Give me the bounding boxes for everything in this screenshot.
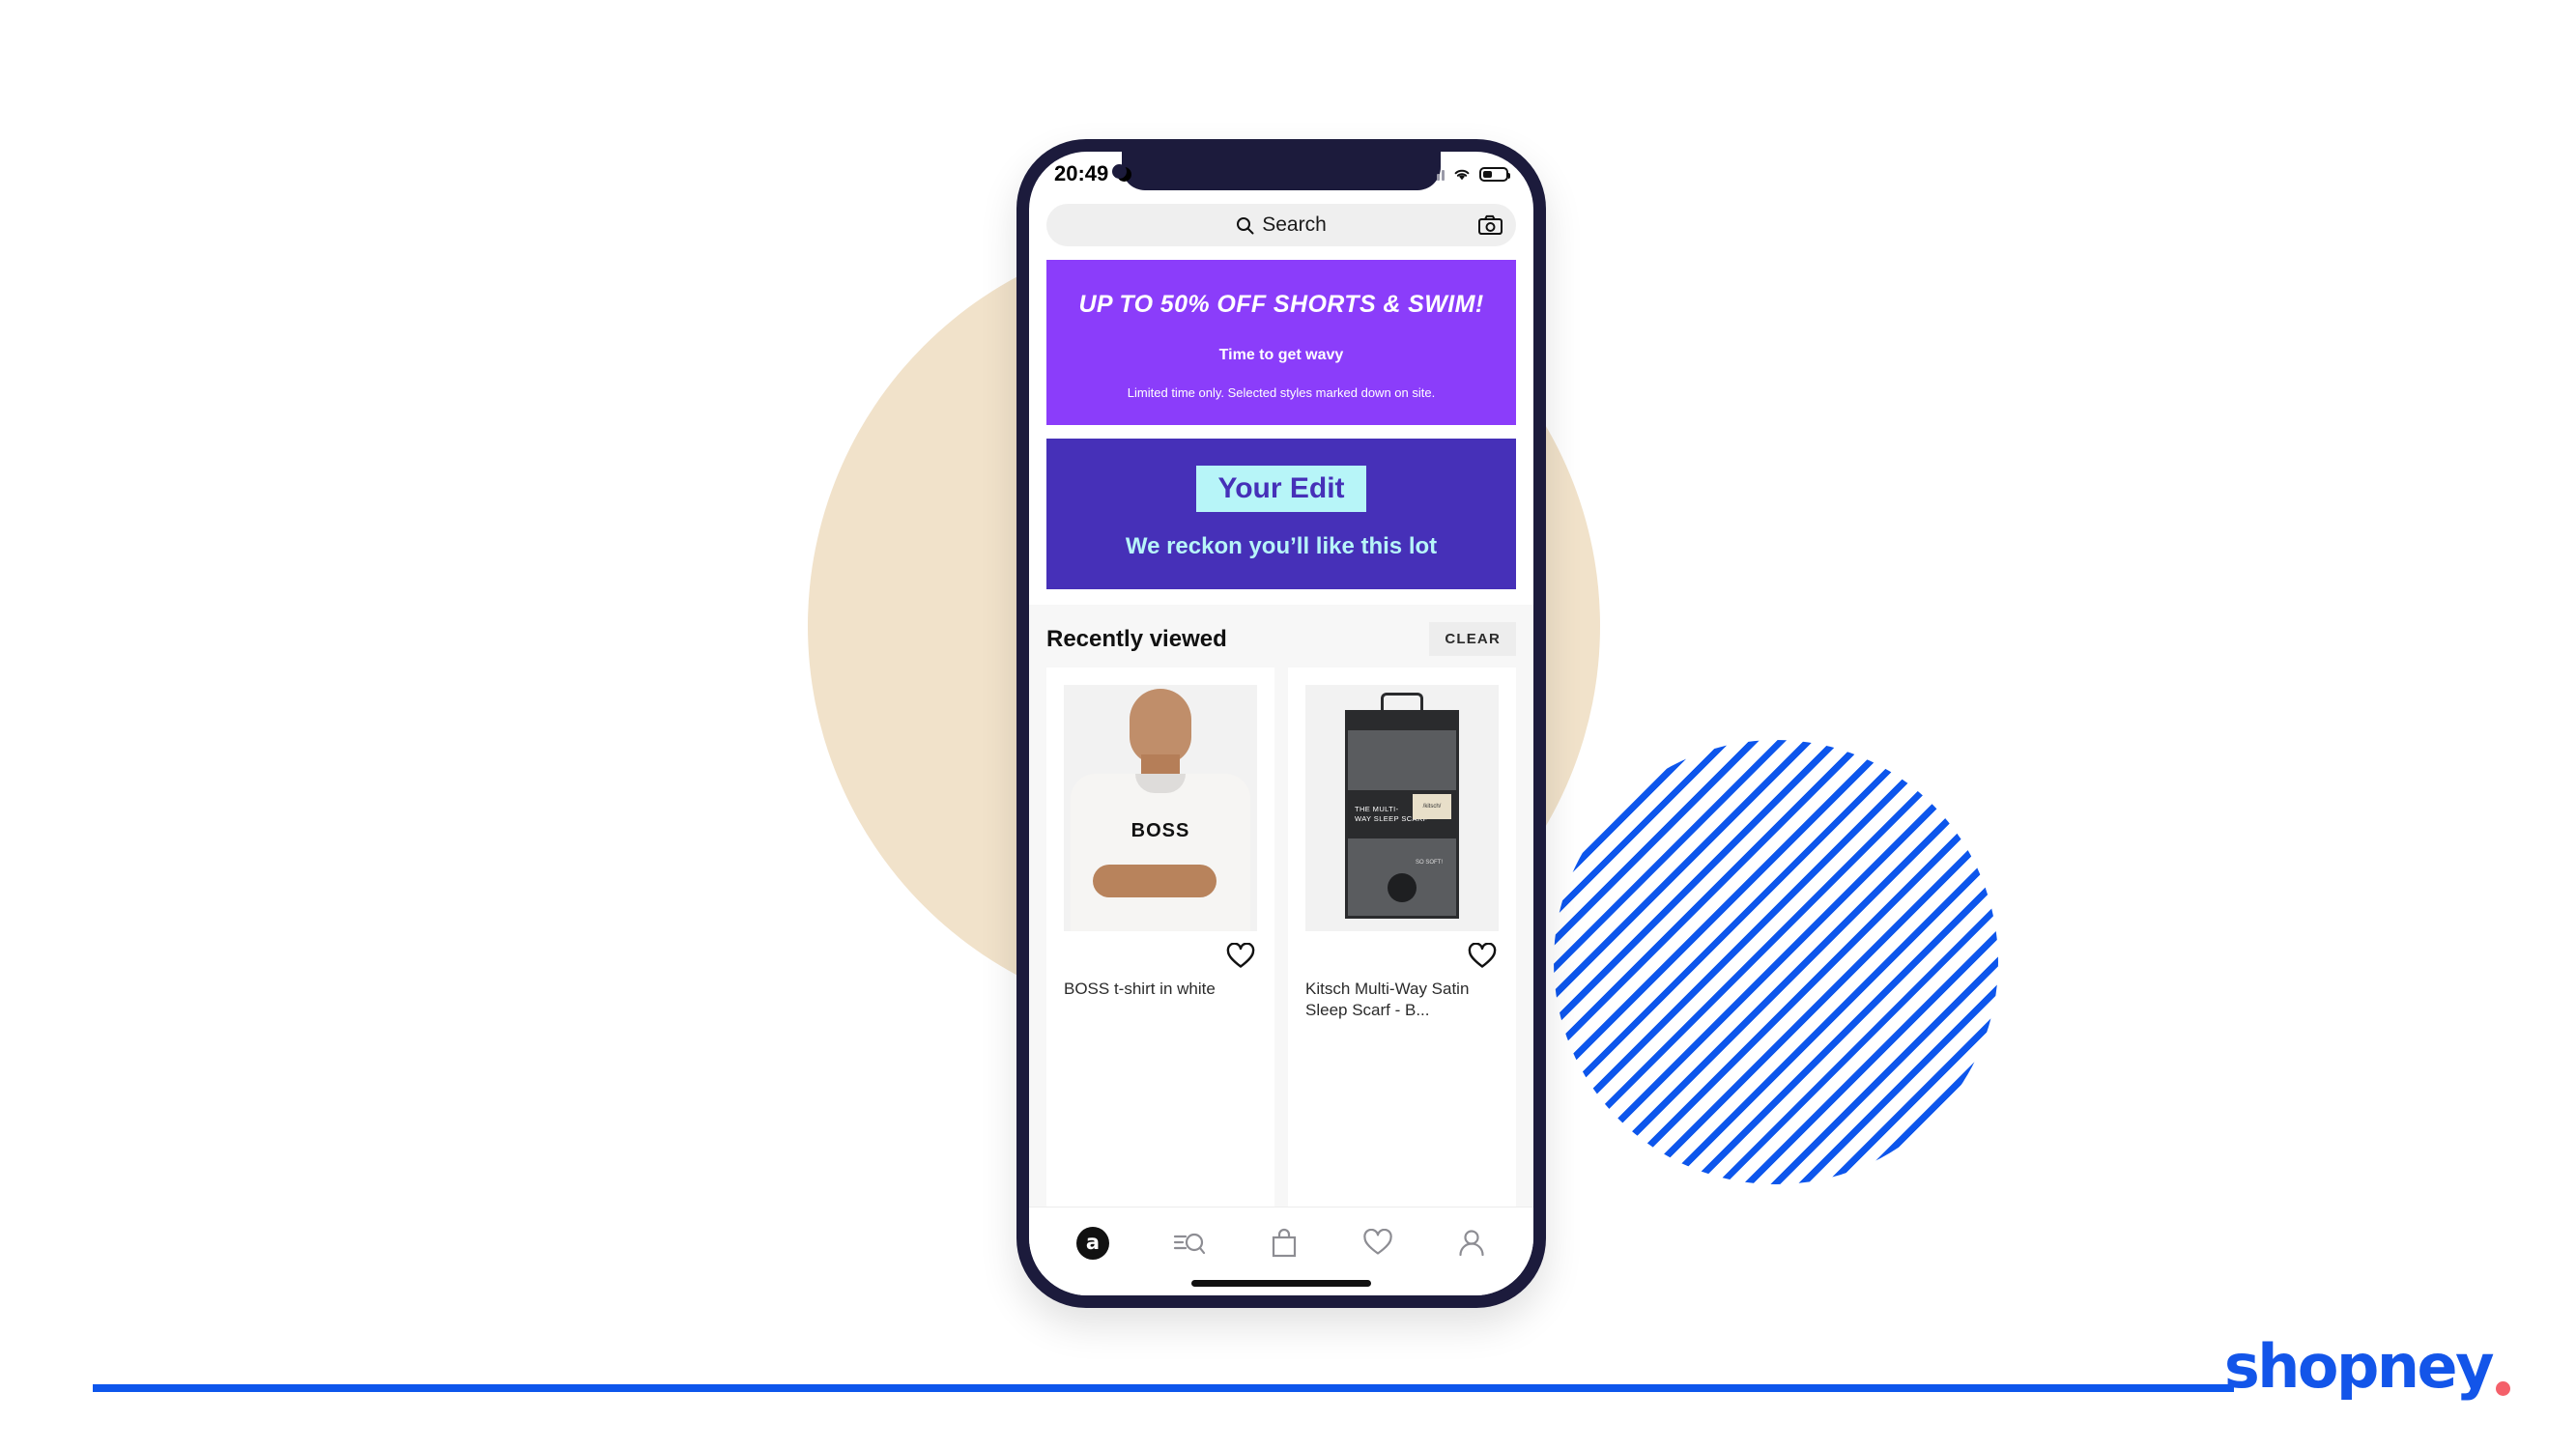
product-card[interactable]: BOSS BOSS t-shirt in white xyxy=(1046,668,1274,1207)
promo-banner-terms: Limited time only. Selected styles marke… xyxy=(1127,385,1436,400)
shopney-logo-text: shopney xyxy=(2223,1331,2495,1402)
recently-viewed-title: Recently viewed xyxy=(1046,625,1227,652)
recently-viewed-grid: BOSS BOSS t-shirt in white THE MULTI- WA… xyxy=(1029,668,1533,1207)
status-bar-time: 20:49 xyxy=(1054,161,1109,185)
search-icon xyxy=(1237,216,1254,234)
search-input[interactable]: Search xyxy=(1046,204,1516,246)
heart-icon xyxy=(1468,943,1497,968)
wifi-icon xyxy=(1454,169,1470,180)
your-edit-subtitle: We reckon you’ll like this lot xyxy=(1125,533,1438,559)
product-card[interactable]: THE MULTI- WAY SLEEP SCARF /kitsch/ SO SO… xyxy=(1288,668,1516,1207)
your-edit-chip: Your Edit xyxy=(1196,466,1366,512)
phone-mockup: 20:49 Search UP TO 50% OFF SHORTS & SWIM… xyxy=(1016,139,1546,1308)
search-section: Search xyxy=(1029,196,1533,260)
home-indicator xyxy=(1191,1280,1371,1287)
tab-account[interactable] xyxy=(1457,1228,1486,1258)
your-edit-banner[interactable]: Your Edit We reckon you’ll like this lot xyxy=(1046,439,1516,589)
favourite-button[interactable] xyxy=(1046,931,1274,969)
person-icon xyxy=(1459,1230,1484,1257)
shopney-logo-dot xyxy=(2496,1381,2510,1396)
heart-icon xyxy=(1363,1229,1392,1255)
tab-search[interactable] xyxy=(1173,1229,1206,1258)
product-image-boss-tshirt: BOSS xyxy=(1064,685,1257,931)
promo-banner-headline: UP TO 50% OFF SHORTS & SWIM! xyxy=(1078,291,1484,318)
promo-banner-subhead: Time to get wavy xyxy=(1218,347,1344,363)
blue-striped-circle-decoration xyxy=(1554,740,1998,1184)
status-bar-right xyxy=(1437,166,1510,182)
tab-saved[interactable] xyxy=(1362,1229,1393,1257)
product-image-kitsch-logo: /kitsch/ xyxy=(1413,794,1451,819)
asos-logo-icon: a xyxy=(1076,1226,1109,1260)
product-image-sleep-scarf: THE MULTI- WAY SLEEP SCARF /kitsch/ SO SO… xyxy=(1305,685,1499,931)
recently-viewed-section: Recently viewed CLEAR BOSS BOSS t-shirt … xyxy=(1029,605,1533,1207)
tab-bag[interactable] xyxy=(1270,1228,1299,1258)
product-title: Kitsch Multi-Way Satin Sleep Scarf - B..… xyxy=(1305,980,1470,1020)
product-image-soft-note: SO SOFT! xyxy=(1415,860,1443,866)
battery-icon xyxy=(1479,166,1510,182)
bottom-blue-rule xyxy=(93,1384,2234,1392)
search-placeholder-text: Search xyxy=(1262,213,1327,236)
signal-bars-icon xyxy=(1437,167,1445,181)
favourite-button[interactable] xyxy=(1288,931,1516,969)
shopping-bag-icon xyxy=(1272,1228,1297,1258)
tab-home[interactable]: a xyxy=(1076,1226,1109,1260)
status-bar: 20:49 xyxy=(1029,152,1533,196)
search-placeholder-group: Search xyxy=(1236,213,1327,237)
camera-icon xyxy=(1478,214,1503,235)
status-bar-left: 20:49 xyxy=(1054,161,1132,186)
clear-button[interactable]: CLEAR xyxy=(1429,622,1516,656)
recently-viewed-header: Recently viewed CLEAR xyxy=(1029,605,1533,668)
product-image-boss-logo: BOSS xyxy=(1131,820,1190,841)
search-lines-icon xyxy=(1173,1233,1206,1254)
camera-search-button[interactable] xyxy=(1478,214,1503,236)
promo-banner[interactable]: UP TO 50% OFF SHORTS & SWIM! Time to get… xyxy=(1046,260,1516,425)
heart-icon xyxy=(1226,943,1255,968)
phone-screen: 20:49 Search UP TO 50% OFF SHORTS & SWIM… xyxy=(1029,152,1533,1295)
moon-icon xyxy=(1112,163,1132,182)
shopney-logo: shopney xyxy=(2224,1331,2510,1402)
product-title: BOSS t-shirt in white xyxy=(1064,980,1216,998)
